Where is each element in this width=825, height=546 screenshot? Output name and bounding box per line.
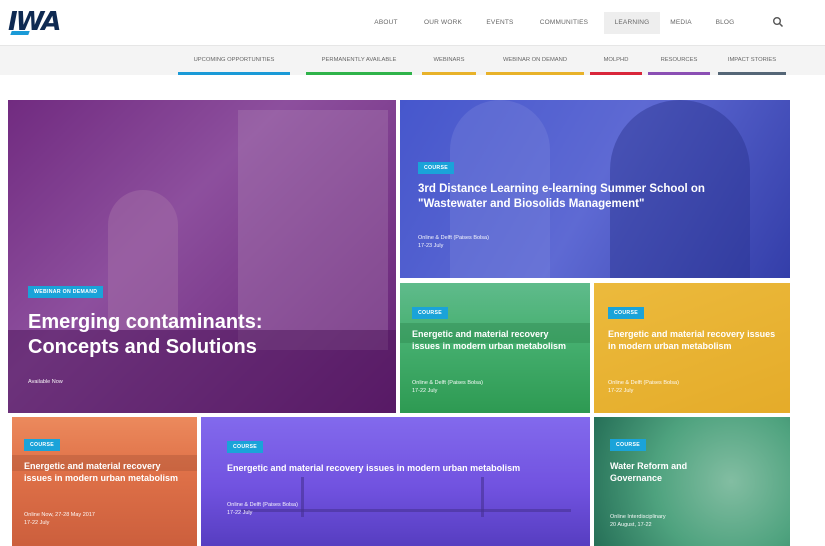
- tile-title[interactable]: Energetic and material recovery issues i…: [412, 329, 577, 352]
- top-header: IWA ABOUT OUR WORK EVENTS COMMUNITIES LE…: [0, 0, 825, 46]
- tile-meta-date: 17-22 July: [24, 520, 50, 526]
- tile-meta: Online Interdisciplinary 20 August, 17-2…: [610, 513, 666, 529]
- tile-title[interactable]: 3rd Distance Learning e-learning Summer …: [418, 182, 773, 212]
- iwa-logo[interactable]: IWA: [8, 7, 62, 37]
- nav-media[interactable]: MEDIA: [666, 12, 696, 34]
- tile-tint: [201, 417, 590, 546]
- tile-meta-location: Online & Delft (Paises Bolsa): [418, 235, 489, 241]
- tile-title[interactable]: Energetic and material recovery issues i…: [24, 461, 186, 484]
- tile-title[interactable]: Water Reform and Governance: [610, 461, 720, 484]
- tile-meta: Online & Delft (Paises Bolsa) 17-22 July: [608, 379, 679, 395]
- badge-webinar-on-demand: WEBINAR ON DEMAND: [28, 286, 104, 298]
- nav-communities[interactable]: COMMUNITIES: [532, 12, 596, 34]
- search-icon[interactable]: [772, 16, 784, 28]
- tile-title[interactable]: Energetic and material recovery issues i…: [227, 463, 527, 475]
- nav-blog[interactable]: BLOG: [710, 12, 740, 34]
- tile-summer-school[interactable]: COURSE 3rd Distance Learning e-learning …: [400, 100, 790, 278]
- subnav-molphd[interactable]: MOLPHD: [590, 52, 642, 75]
- nav-learning[interactable]: LEARNING: [604, 12, 660, 34]
- tile-meta: Online & Delft (Paises Bolsa) 17-22 July: [227, 501, 298, 517]
- badge-course: COURSE: [227, 441, 263, 453]
- tile-meta-date: 17-23 July: [418, 243, 444, 249]
- tile-meta-location: Online & Delft (Paises Bolsa): [227, 502, 298, 508]
- tile-title[interactable]: Emerging contaminants: Concepts and Solu…: [28, 310, 328, 360]
- nav-events[interactable]: EVENTS: [482, 12, 518, 34]
- tile-meta-date: 17-22 July: [412, 388, 438, 394]
- badge-course: COURSE: [24, 439, 60, 451]
- tile-meta-location: Online & Delft (Paises Bolsa): [412, 380, 483, 386]
- tile-orange-course[interactable]: COURSE Energetic and material recovery i…: [12, 417, 197, 546]
- tile-title[interactable]: Energetic and material recovery issues i…: [608, 329, 776, 352]
- tile-meta-location: Online & Delft (Paises Bolsa): [608, 380, 679, 386]
- tile-meta: Online & Delft (Paises Bolsa) 17-23 July: [418, 234, 489, 250]
- tile-emerging-contaminants[interactable]: WEBINAR ON DEMAND Emerging contaminants:…: [8, 100, 396, 413]
- subnav-resources[interactable]: RESOURCES: [648, 52, 710, 75]
- subnav-webinars[interactable]: WEBINARS: [422, 52, 476, 75]
- nav-about[interactable]: ABOUT: [370, 12, 402, 34]
- tile-meta-date: 17-22 July: [227, 510, 253, 516]
- tile-meta-date: 17-22 July: [608, 388, 634, 394]
- nav-our-work[interactable]: OUR WORK: [418, 12, 468, 34]
- tile-meta-location: Online Interdisciplinary: [610, 514, 666, 520]
- learning-subnav: UPCOMING OPPORTUNITIES PERMANENTLY AVAIL…: [0, 46, 825, 75]
- subnav-impact-stories[interactable]: IMPACT STORIES: [718, 52, 786, 75]
- badge-course: COURSE: [418, 162, 454, 174]
- subnav-permanently-available[interactable]: PERMANENTLY AVAILABLE: [306, 52, 412, 75]
- subnav-webinar-on-demand[interactable]: WEBINAR ON DEMAND: [486, 52, 584, 75]
- badge-course: COURSE: [608, 307, 644, 319]
- tile-meta: Online & Delft (Paises Bolsa) 17-22 July: [412, 379, 483, 395]
- tile-meta: Available Now: [28, 379, 63, 385]
- badge-course: COURSE: [412, 307, 448, 319]
- badge-course: COURSE: [610, 439, 646, 451]
- tile-bridge-course[interactable]: COURSE Energetic and material recovery i…: [201, 417, 590, 546]
- tile-teal-course[interactable]: COURSE Water Reform and Governance Onlin…: [594, 417, 790, 546]
- tile-green-course[interactable]: COURSE Energetic and material recovery i…: [400, 283, 590, 413]
- tile-meta-date: 20 August, 17-22: [610, 522, 652, 528]
- tile-meta-location: Online Now, 27-28 May 2017: [24, 512, 95, 518]
- logo-accent: [10, 31, 30, 35]
- tile-yellow-course[interactable]: COURSE Energetic and material recovery i…: [594, 283, 790, 413]
- subnav-upcoming-opportunities[interactable]: UPCOMING OPPORTUNITIES: [178, 52, 290, 75]
- tile-meta: Online Now, 27-28 May 2017 17-22 July: [24, 511, 95, 527]
- tile-tint: [8, 100, 396, 413]
